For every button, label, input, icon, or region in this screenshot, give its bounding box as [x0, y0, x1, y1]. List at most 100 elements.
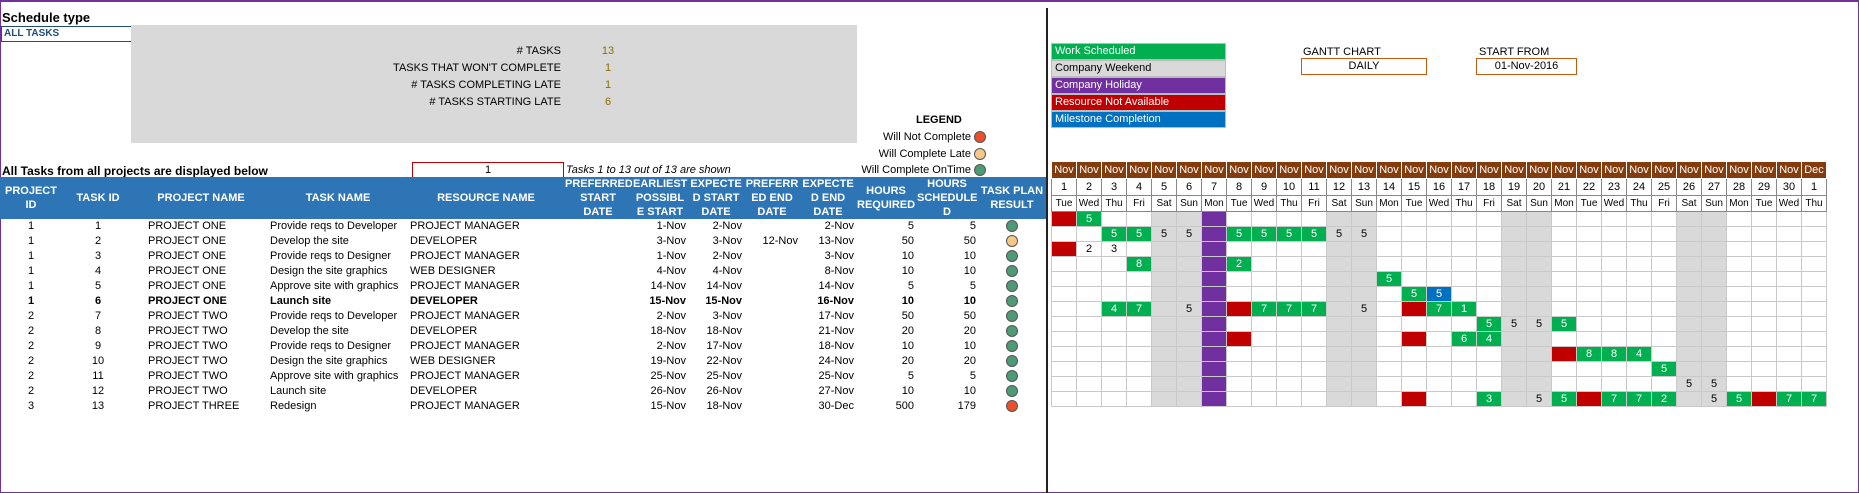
gantt-cell[interactable] — [1451, 361, 1477, 377]
gantt-cell[interactable] — [1476, 241, 1502, 257]
table-row[interactable]: 1 3 PROJECT ONE Provide reqs to Designer PRO… — [0, 249, 1046, 264]
gantt-cell[interactable] — [1351, 346, 1377, 362]
gantt-cell[interactable] — [1776, 271, 1802, 287]
gantt-cell[interactable] — [1401, 331, 1427, 347]
gantt-cell[interactable] — [1801, 331, 1827, 347]
gantt-cell[interactable] — [1451, 316, 1477, 332]
gantt-cell[interactable] — [1726, 286, 1752, 302]
gantt-cell[interactable] — [1476, 211, 1502, 227]
gantt-cell[interactable] — [1051, 211, 1077, 227]
gantt-cell[interactable]: 8 — [1126, 256, 1152, 272]
gantt-cell[interactable] — [1226, 391, 1252, 407]
gantt-cell[interactable] — [1201, 391, 1227, 407]
gantt-cell[interactable] — [1351, 286, 1377, 302]
gantt-cell[interactable] — [1201, 376, 1227, 392]
gantt-cell[interactable]: 8 — [1576, 346, 1602, 362]
gantt-cell[interactable] — [1726, 241, 1752, 257]
gantt-cell[interactable] — [1651, 211, 1677, 227]
gantt-cell[interactable] — [1101, 361, 1127, 377]
gantt-cell[interactable]: 7 — [1126, 301, 1152, 317]
gantt-cell[interactable] — [1551, 256, 1577, 272]
gantt-cell[interactable] — [1576, 226, 1602, 242]
table-row[interactable]: 2 12 PROJECT TWO Launch site DEVELOPER 26-Nov… — [0, 384, 1046, 399]
gantt-cell[interactable] — [1176, 331, 1202, 347]
gantt-cell[interactable] — [1651, 271, 1677, 287]
gantt-cell[interactable] — [1601, 241, 1627, 257]
gantt-cell[interactable] — [1151, 376, 1177, 392]
gantt-cell[interactable] — [1301, 361, 1327, 377]
gantt-cell[interactable] — [1301, 376, 1327, 392]
gantt-cell[interactable] — [1451, 211, 1477, 227]
gantt-cell[interactable] — [1601, 256, 1627, 272]
gantt-cell[interactable] — [1176, 256, 1202, 272]
gantt-cell[interactable] — [1426, 331, 1452, 347]
gantt-cell[interactable] — [1476, 376, 1502, 392]
gantt-cell[interactable] — [1151, 346, 1177, 362]
gantt-cell[interactable] — [1126, 211, 1152, 227]
gantt-cell[interactable] — [1301, 256, 1327, 272]
gantt-cell[interactable] — [1051, 391, 1077, 407]
gantt-cell[interactable] — [1626, 376, 1652, 392]
gantt-cell[interactable] — [1776, 211, 1802, 227]
table-row[interactable]: 2 11 PROJECT TWO Approve site with graphics… — [0, 369, 1046, 384]
gantt-cell[interactable] — [1251, 256, 1277, 272]
gantt-cell[interactable] — [1451, 256, 1477, 272]
gantt-cell[interactable] — [1051, 226, 1077, 242]
gantt-cell[interactable]: 5 — [1676, 376, 1702, 392]
gantt-cell[interactable] — [1551, 241, 1577, 257]
gantt-cell[interactable] — [1751, 376, 1777, 392]
gantt-cell[interactable] — [1076, 361, 1102, 377]
gantt-cell[interactable] — [1201, 226, 1227, 242]
table-row[interactable]: 2 10 PROJECT TWO Design the site graphics WE… — [0, 354, 1046, 369]
gantt-cell[interactable] — [1151, 211, 1177, 227]
gantt-cell[interactable] — [1801, 361, 1827, 377]
schedule-type-select[interactable]: ALL TASKS — [1, 26, 132, 42]
page-input[interactable]: 1 — [412, 162, 564, 178]
gantt-cell[interactable] — [1776, 301, 1802, 317]
gantt-cell[interactable] — [1726, 316, 1752, 332]
gantt-cell[interactable] — [1201, 241, 1227, 257]
gantt-cell[interactable]: 5 — [1551, 316, 1577, 332]
gantt-cell[interactable] — [1751, 331, 1777, 347]
gantt-cell[interactable] — [1751, 226, 1777, 242]
table-row[interactable]: 1 6 PROJECT ONE Launch site DEVELOPER 15-Nov 1… — [0, 294, 1046, 309]
gantt-cell[interactable] — [1476, 346, 1502, 362]
gantt-cell[interactable] — [1601, 361, 1627, 377]
gantt-cell[interactable] — [1426, 211, 1452, 227]
gantt-cell[interactable] — [1701, 271, 1727, 287]
gantt-cell[interactable] — [1676, 286, 1702, 302]
gantt-cell[interactable] — [1476, 286, 1502, 302]
gantt-cell[interactable] — [1326, 391, 1352, 407]
gantt-cell[interactable] — [1126, 361, 1152, 377]
gantt-cell[interactable] — [1551, 211, 1577, 227]
gantt-cell[interactable] — [1751, 241, 1777, 257]
gantt-cell[interactable] — [1501, 286, 1527, 302]
gantt-cell[interactable] — [1126, 391, 1152, 407]
gantt-cell[interactable]: 5 — [1526, 391, 1552, 407]
gantt-cell[interactable] — [1451, 271, 1477, 287]
gantt-cell[interactable] — [1726, 301, 1752, 317]
gantt-cell[interactable] — [1051, 286, 1077, 302]
gantt-cell[interactable] — [1326, 301, 1352, 317]
gantt-cell[interactable] — [1676, 346, 1702, 362]
gantt-cell[interactable] — [1076, 391, 1102, 407]
table-row[interactable]: 2 8 PROJECT TWO Develop the site DEVELOPER 18… — [0, 324, 1046, 339]
gantt-cell[interactable] — [1151, 271, 1177, 287]
gantt-cell[interactable] — [1426, 391, 1452, 407]
gantt-cell[interactable] — [1751, 346, 1777, 362]
gantt-cell[interactable] — [1076, 226, 1102, 242]
gantt-cell[interactable] — [1626, 211, 1652, 227]
gantt-cell[interactable]: 1 — [1451, 301, 1477, 317]
gantt-cell[interactable] — [1201, 331, 1227, 347]
gantt-cell[interactable] — [1201, 271, 1227, 287]
gantt-cell[interactable] — [1151, 241, 1177, 257]
gantt-cell[interactable] — [1251, 241, 1277, 257]
gantt-cell[interactable] — [1801, 211, 1827, 227]
gantt-cell[interactable]: 7 — [1601, 391, 1627, 407]
gantt-cell[interactable] — [1576, 271, 1602, 287]
gantt-cell[interactable] — [1351, 316, 1377, 332]
gantt-cell[interactable] — [1651, 226, 1677, 242]
gantt-cell[interactable]: 3 — [1101, 241, 1127, 257]
gantt-cell[interactable]: 5 — [1301, 226, 1327, 242]
gantt-cell[interactable] — [1701, 361, 1727, 377]
